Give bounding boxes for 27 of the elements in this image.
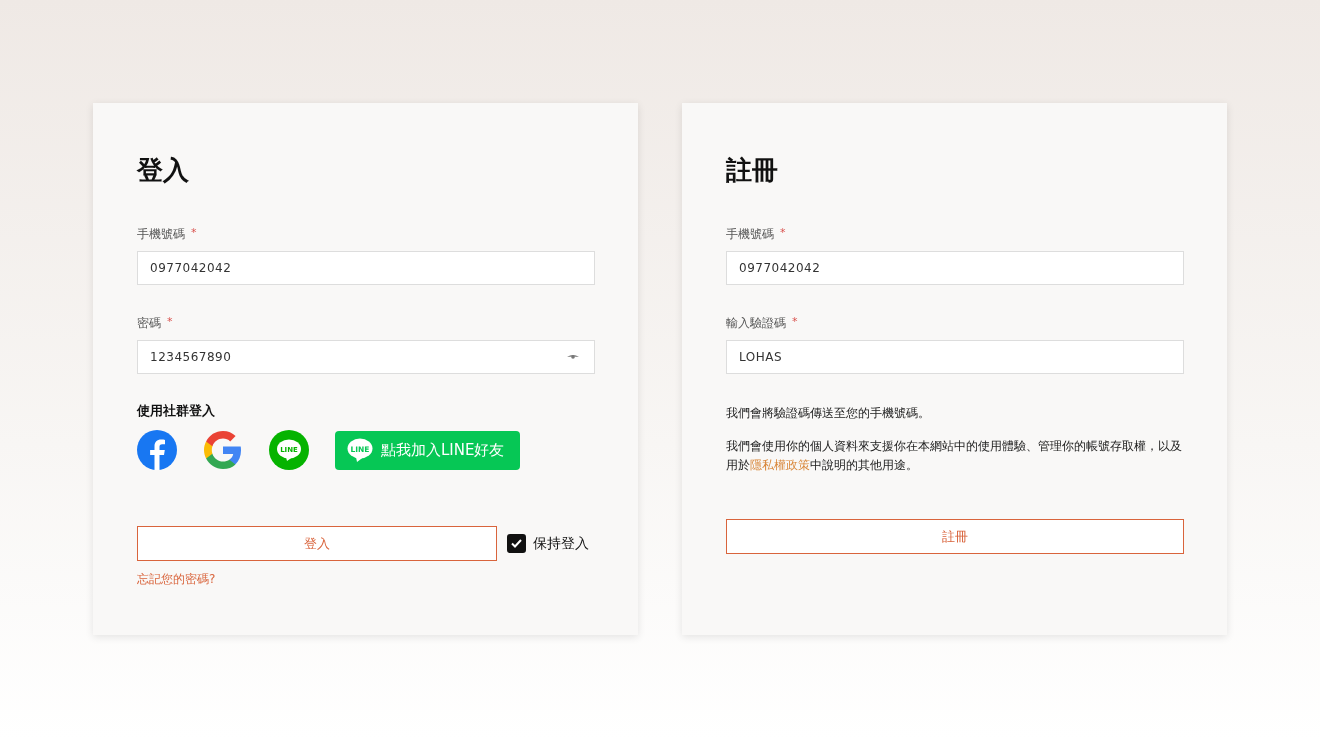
register-title: 註冊: [726, 154, 779, 187]
field-label: 密碼: [137, 315, 161, 332]
required-mark: *: [792, 315, 798, 330]
checkbox[interactable]: [507, 534, 526, 553]
input-field[interactable]: 0977042042: [137, 251, 595, 285]
privacy-notice: 我們會使用你的個人資料來支援你在本網站中的使用體驗、管理你的帳號存取權，以及用於隱私權政策中說明的其他用途。: [726, 438, 1183, 474]
verification-notice: 我們會將驗證碼傳送至您的手機號碼。: [726, 405, 931, 422]
field-label: 手機號碼: [726, 226, 774, 243]
required-mark: *: [780, 226, 786, 241]
forgot-password-link[interactable]: 忘記您的密碼?: [137, 571, 594, 588]
facebook-icon[interactable]: [137, 430, 177, 470]
checkmark-icon: [511, 539, 522, 548]
login-button[interactable]: 登入: [137, 526, 497, 561]
password-field[interactable]: 1234567890: [137, 340, 595, 374]
privacy-policy-link[interactable]: 隱私權政策: [750, 458, 810, 472]
social-login-heading: 使用社群登入: [137, 402, 216, 420]
register-button[interactable]: 註冊: [726, 519, 1184, 554]
input-field[interactable]: LOHAS: [726, 340, 1184, 374]
input-field[interactable]: 0977042042: [726, 251, 1184, 285]
google-icon[interactable]: [203, 430, 243, 470]
checkbox-label: 保持登入: [533, 534, 589, 553]
required-mark: *: [167, 315, 173, 330]
eye-icon[interactable]: [567, 354, 579, 360]
login-title: 登入: [137, 154, 190, 187]
required-mark: *: [191, 226, 197, 241]
field-label: 輸入驗證碼: [726, 315, 786, 332]
field-label: 手機號碼: [137, 226, 185, 243]
